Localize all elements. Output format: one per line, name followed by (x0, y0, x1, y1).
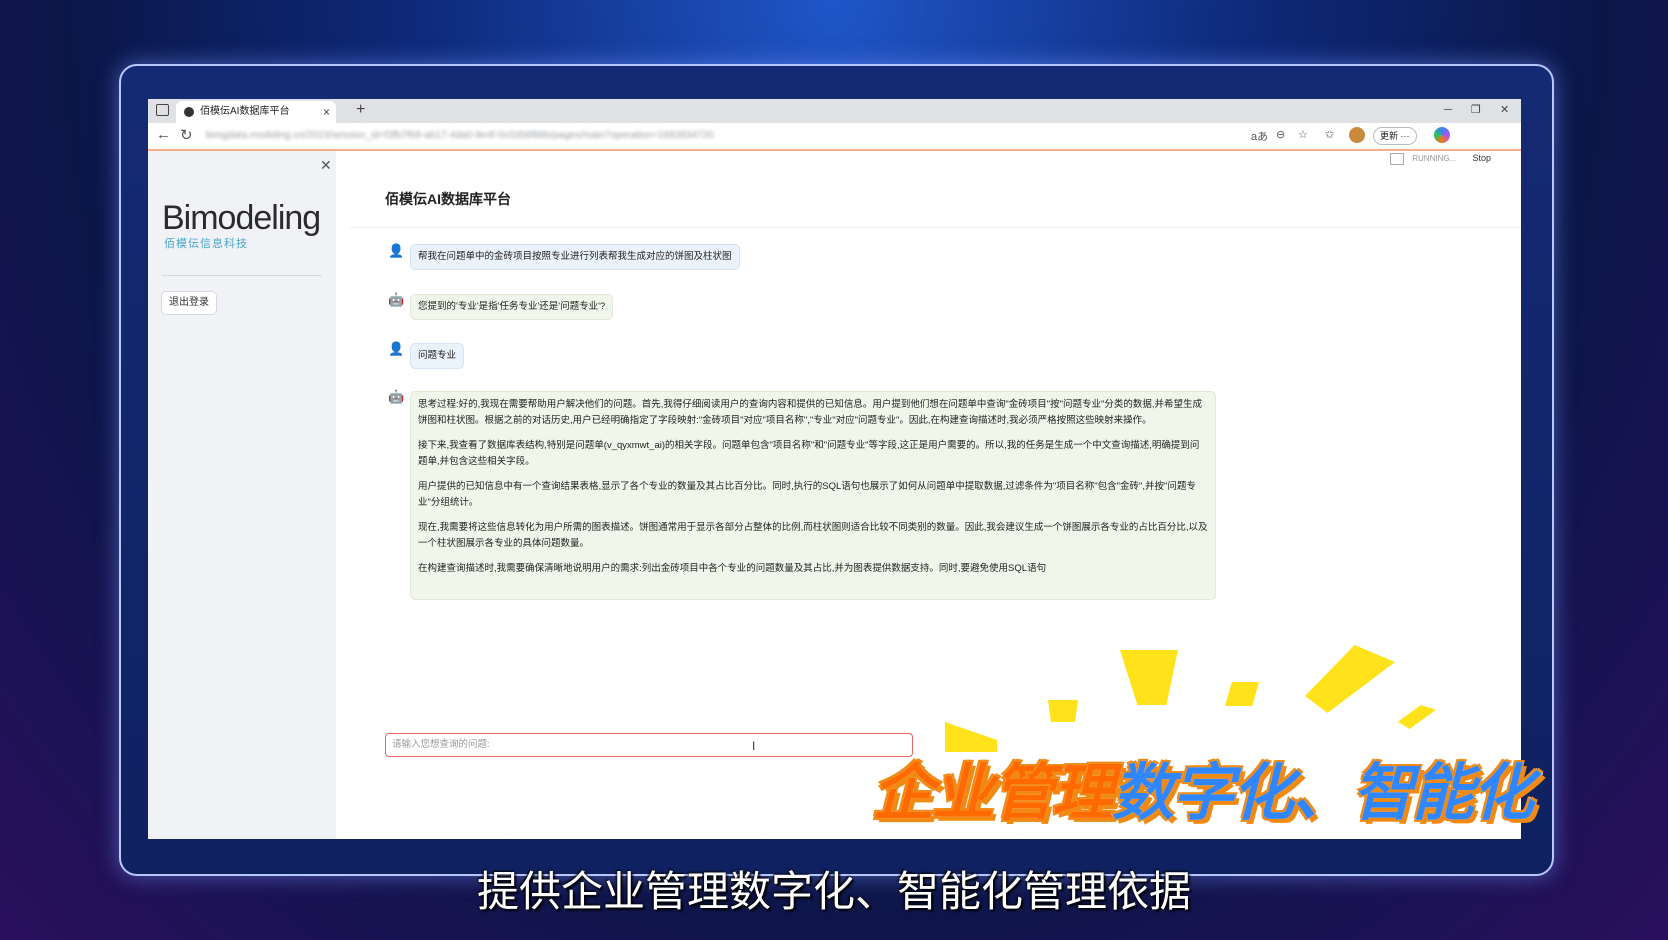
sidebar-close-icon[interactable]: ✕ (320, 157, 332, 174)
user-icon: 👤 (388, 243, 405, 258)
video-subtitle: 提供企业管理数字化、智能化管理依据 (476, 867, 1191, 916)
page-title: 佰模伝AI数据库平台 (385, 191, 511, 207)
user-icon: 👤 (388, 341, 405, 356)
window-close-button[interactable]: ✕ (1500, 99, 1509, 121)
tab-close-icon[interactable]: × (323, 101, 330, 123)
logout-button[interactable]: 退出登录 (161, 291, 217, 315)
bot-message: 您提到的'专业'是指'任务专业'还是'问题专业'? (410, 294, 614, 320)
user-message: 问题专业 (410, 343, 465, 369)
reply-paragraph: 现在,我需要将这些信息转化为用户所需的图表描述。饼图通常用于显示各部分占整体的比… (418, 522, 1208, 549)
favorites-list-icon[interactable]: ✩ (1325, 128, 1334, 141)
copilot-icon[interactable] (1434, 127, 1450, 143)
promo-headline: 企业管理数字化、智能化 (871, 742, 1535, 832)
address-bar: ← ↻ bimgdata.modeling.cn/2023/session_id… (148, 123, 1521, 151)
back-icon[interactable]: ← (156, 126, 171, 143)
bot-reasoning-message: 思考过程:好的,我现在需要帮助用户解决他们的问题。首先,我得仔细阅读用户的查询内… (410, 391, 1216, 600)
new-tab-button[interactable]: + (356, 99, 365, 121)
sidebar: ✕ Bimodeling 佰模伝信息科技 退出登录 (148, 151, 336, 839)
bot-icon: 🤖 (388, 389, 405, 404)
zoom-icon[interactable]: ⊖ (1276, 128, 1285, 141)
reply-paragraph: 在构建查询描述时,我需要确保清晰地说明用户的需求:列出金砖项目中各个专业的问题数… (418, 563, 1047, 574)
main-panel: RUNNING... Stop 佰模伝AI数据库平台 👤 帮我在问题单中的金砖项… (336, 151, 1521, 839)
favorite-icon[interactable]: ☆ (1298, 128, 1308, 141)
logo-subtitle: 佰模伝信息科技 (164, 238, 248, 250)
sidebar-toggle-icon[interactable] (156, 104, 169, 116)
user-message: 帮我在问题单中的金砖项目按照专业进行列表帮我生成对应的饼图及柱状图 (410, 244, 740, 270)
tab-title: 佰模伝AI数据库平台 (200, 106, 290, 117)
read-aloud-icon[interactable]: aあ (1251, 128, 1268, 144)
browser-tab[interactable]: 佰模伝AI数据库平台 × (176, 101, 336, 123)
reply-paragraph: 思考过程:好的,我现在需要帮助用户解决他们的问题。首先,我得仔细阅读用户的查询内… (418, 399, 1203, 426)
restore-button[interactable]: ❐ (1471, 99, 1481, 121)
browser-window: 佰模伝AI数据库平台 × + ─ ❐ ✕ ← ↻ bimgdata.modeli… (148, 99, 1521, 839)
update-label: 更新 (1380, 131, 1399, 141)
promo-part-1: 企业管理 (871, 755, 1115, 830)
promo-part-2: 数字化、 (1111, 755, 1355, 830)
profile-avatar[interactable] (1349, 127, 1365, 143)
chat-input[interactable]: 请输入您想查询的问题: (385, 733, 913, 757)
url-field[interactable]: bimgdata.modeling.cn/2023/session_id=f3f… (206, 127, 1256, 145)
refresh-icon[interactable]: ↻ (180, 126, 193, 144)
tab-strip: 佰模伝AI数据库平台 × + ─ ❐ ✕ (148, 99, 1521, 123)
running-label: RUNNING... (1412, 154, 1457, 164)
update-button[interactable]: 更新 ··· (1373, 127, 1417, 145)
header-divider (350, 227, 1521, 228)
run-status: RUNNING... Stop (1390, 153, 1491, 165)
reply-paragraph: 用户提供的已知信息中有一个查询结果表格,显示了各个专业的数量及其占比百分比。同时… (418, 481, 1196, 508)
reply-paragraph: 接下来,我查看了数据库表结构,特别是问题单(v_qyxmwt_ai)的相关字段。… (418, 440, 1200, 467)
burst-ray (1048, 700, 1078, 722)
favicon-icon (184, 107, 194, 117)
text-cursor-icon: I (752, 739, 756, 753)
running-icon (1390, 153, 1405, 165)
bot-icon: 🤖 (388, 292, 405, 307)
sidebar-divider (162, 275, 322, 276)
minimize-button[interactable]: ─ (1444, 99, 1452, 121)
logo: Bimodeling (162, 199, 321, 237)
promo-part-3: 智能化 (1351, 755, 1535, 830)
stop-button[interactable]: Stop (1472, 153, 1491, 163)
more-icon: ··· (1400, 131, 1410, 141)
